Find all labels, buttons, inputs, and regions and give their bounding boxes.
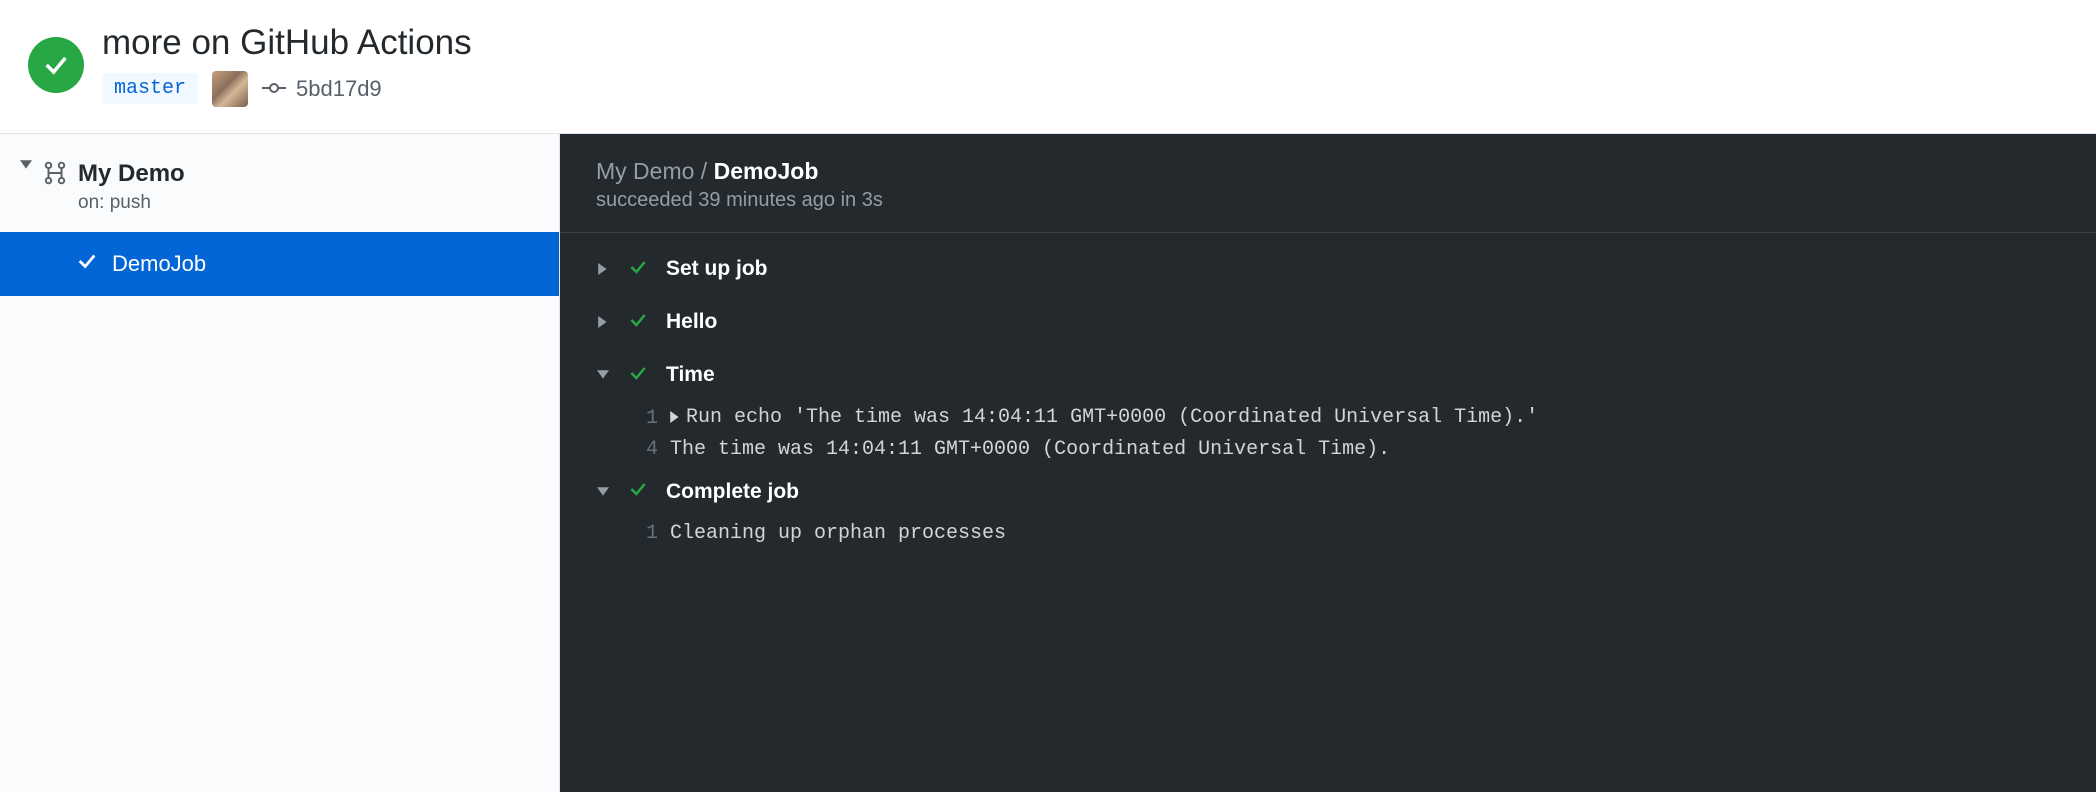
run-header: more on GitHub Actions master 5bd17d9 <box>0 0 2096 134</box>
chevron-down-icon <box>596 370 610 380</box>
step-name: Hello <box>666 310 717 334</box>
run-title: more on GitHub Actions <box>102 24 472 63</box>
breadcrumb: My Demo / DemoJob <box>596 158 2096 185</box>
log-line[interactable]: 1 Run echo 'The time was 14:04:11 GMT+00… <box>612 402 2096 435</box>
workflow-trigger: on: push <box>78 192 185 214</box>
check-icon <box>628 363 648 388</box>
success-status-icon <box>28 37 84 93</box>
chevron-right-icon <box>670 411 680 423</box>
line-number: 1 <box>612 518 658 549</box>
step-name: Time <box>666 363 715 387</box>
chevron-right-icon <box>596 316 610 328</box>
log-lines-time: 1 Run echo 'The time was 14:04:11 GMT+00… <box>596 402 2096 466</box>
avatar[interactable] <box>212 71 248 107</box>
log-text: Cleaning up orphan processes <box>670 518 1006 549</box>
workflow-icon <box>42 160 68 191</box>
commit-icon <box>262 76 286 102</box>
chevron-down-icon <box>20 160 32 170</box>
step-hello[interactable]: Hello <box>596 296 2096 349</box>
workflow-name: My Demo <box>78 160 185 188</box>
check-icon <box>76 250 98 278</box>
log-panel: My Demo / DemoJob succeeded 39 minutes a… <box>560 134 2096 792</box>
workflow-header[interactable]: My Demo on: push <box>0 134 559 232</box>
chevron-right-icon <box>596 263 610 275</box>
check-icon <box>628 310 648 335</box>
check-icon <box>628 479 648 504</box>
chevron-down-icon <box>596 487 610 497</box>
step-complete-job[interactable]: Complete job <box>596 465 2096 518</box>
sidebar: My Demo on: push DemoJob <box>0 134 560 792</box>
step-setup-job[interactable]: Set up job <box>596 243 2096 296</box>
line-number: 4 <box>612 434 658 465</box>
log-text: Run echo 'The time was 14:04:11 GMT+0000… <box>686 402 1538 433</box>
step-time[interactable]: Time <box>596 349 2096 402</box>
step-name: Set up job <box>666 257 768 281</box>
log-line: 1 Cleaning up orphan processes <box>612 518 2096 549</box>
branch-pill[interactable]: master <box>102 73 198 104</box>
step-name: Complete job <box>666 480 799 504</box>
commit-sha[interactable]: 5bd17d9 <box>296 76 382 102</box>
log-line: 4 The time was 14:04:11 GMT+0000 (Coordi… <box>612 434 2096 465</box>
log-text: The time was 14:04:11 GMT+0000 (Coordina… <box>670 434 1390 465</box>
sidebar-job-demojob[interactable]: DemoJob <box>0 232 559 296</box>
log-lines-complete: 1 Cleaning up orphan processes <box>596 518 2096 549</box>
run-status-text: succeeded 39 minutes ago in 3s <box>596 189 2096 232</box>
job-name: DemoJob <box>112 251 206 277</box>
line-number: 1 <box>612 403 658 434</box>
check-icon <box>628 257 648 282</box>
